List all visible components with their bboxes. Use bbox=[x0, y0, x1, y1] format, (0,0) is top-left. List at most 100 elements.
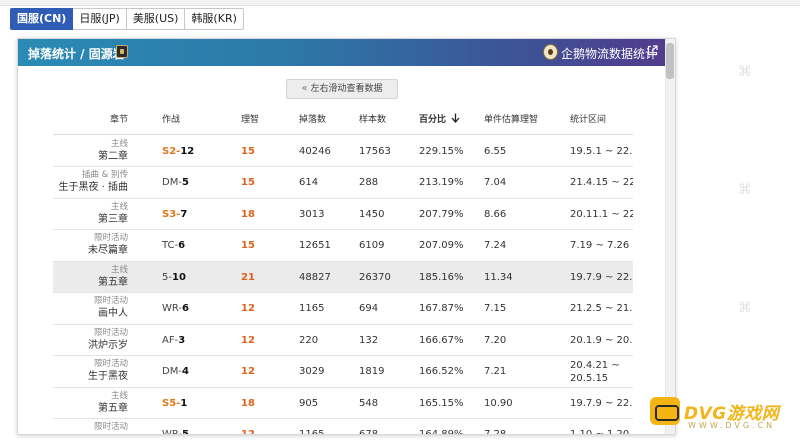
cell-cost: 7.15 bbox=[484, 303, 507, 314]
chapter-name: 第三章 bbox=[98, 213, 128, 225]
external-link-icon[interactable] bbox=[647, 45, 658, 56]
cell-stage[interactable]: WR-6 bbox=[162, 293, 189, 324]
cell-cost: 7.28 bbox=[484, 429, 507, 435]
table-row[interactable]: 限时活动 未尽篇章 TC-6 15 12651 6109 207.09% 7.24 7.19 ~… bbox=[53, 230, 633, 262]
table-row[interactable]: 限时活动 WR-5 12 1165 678 164.89% 7.28 1.10 ~ 1.20 bbox=[53, 419, 633, 435]
cell-stage[interactable]: DM-4 bbox=[162, 356, 189, 387]
item-icon bbox=[116, 45, 128, 58]
background-cross-icon: ⌘ bbox=[738, 64, 752, 80]
stage-number: 5 bbox=[182, 429, 190, 435]
cell-percent: 167.87% bbox=[419, 303, 464, 314]
table-row[interactable]: 限时活动 画中人 WR-6 12 1165 694 167.87% 7.15 21.2.5 ~ … bbox=[53, 293, 633, 325]
cell-chapter: 限时活动 洪炉示岁 bbox=[53, 325, 128, 356]
cell-cost: 7.20 bbox=[484, 334, 507, 346]
stage-number: 12 bbox=[180, 145, 195, 157]
cell-percent: 166.67% bbox=[419, 334, 464, 346]
cell-stage[interactable]: TC-6 bbox=[162, 230, 185, 261]
cell-drops: 1165 bbox=[299, 429, 325, 435]
table-row[interactable]: 主线 第五章 S5-1 18 905 548 165.15% 10.90 19.7.9 ~ 22… bbox=[53, 388, 633, 419]
cell-chapter: 主线 第五章 bbox=[53, 262, 128, 293]
server-tab[interactable]: 日服(JP) bbox=[73, 8, 127, 30]
cell-percent: 164.89% bbox=[419, 429, 464, 435]
cell-stage[interactable]: WR-5 bbox=[162, 419, 190, 435]
cell-time: 1.10 ~ 1.20 bbox=[570, 429, 630, 435]
chapter-name: 生于黑夜 bbox=[88, 371, 128, 382]
penguin-stats-link[interactable]: 企鹅物流数据统计 bbox=[561, 45, 657, 62]
gamepad-logo-icon bbox=[650, 397, 680, 425]
cell-ap: 12 bbox=[241, 366, 255, 377]
cell-stage[interactable]: S2-12 bbox=[162, 136, 194, 167]
table-row[interactable]: 主线 第五章 5-10 21 48827 26370 185.16% 11.34 19.7.9 … bbox=[53, 261, 633, 293]
cell-samples: 678 bbox=[359, 429, 379, 435]
cell-stage[interactable]: S3-7 bbox=[162, 199, 187, 230]
stage-prefix: 5- bbox=[162, 271, 172, 283]
cell-ap: 15 bbox=[241, 240, 255, 251]
card-title: 掉落统计 / 固源岩 bbox=[28, 47, 125, 61]
time-range-end: 20.5.15 bbox=[570, 373, 609, 384]
sort-descending-icon bbox=[451, 113, 460, 123]
cell-time: 7.19 ~ 7.26 bbox=[570, 240, 630, 251]
stage-number: 6 bbox=[178, 240, 186, 251]
cell-chapter: 主线 第三章 bbox=[53, 199, 128, 230]
server-tab[interactable]: 美服(US) bbox=[126, 8, 186, 30]
header-time[interactable]: 统计区间 bbox=[570, 105, 633, 134]
cell-stage[interactable]: 5-10 bbox=[162, 262, 186, 293]
drop-stats-card: 掉落统计 / 固源岩 企鹅物流数据统计 « 左右滑动查看数据 章节 作战 理智 … bbox=[17, 38, 676, 435]
cell-time: 20.1.9 ~ 20.1.2 bbox=[570, 334, 633, 346]
cell-chapter: 主线 第二章 bbox=[53, 136, 128, 167]
cell-percent: 207.79% bbox=[419, 208, 464, 220]
stage-prefix: AF- bbox=[162, 334, 179, 346]
cell-chapter: 限时活动 画中人 bbox=[53, 293, 128, 324]
server-tab[interactable]: 韩服(KR) bbox=[185, 8, 244, 30]
cell-cost: 7.21 bbox=[484, 366, 507, 377]
cell-ap: 12 bbox=[241, 429, 255, 435]
cell-stage[interactable]: AF-3 bbox=[162, 325, 185, 356]
table-row[interactable]: 限时活动 生于黑夜 DM-4 12 3029 1819 166.52% 7.21 20.4.21… bbox=[53, 356, 633, 388]
chapter-category: 限时活动 bbox=[93, 359, 128, 369]
background-cross-icon: ⌘ bbox=[738, 182, 752, 198]
cell-cost: 7.24 bbox=[484, 240, 507, 251]
cell-time: 20.4.21 ~ 20.5.15 bbox=[570, 356, 633, 387]
cell-percent: 165.15% bbox=[419, 397, 464, 409]
server-tab[interactable]: 国服(CN) bbox=[10, 8, 74, 30]
cell-samples: 694 bbox=[359, 303, 379, 314]
scroll-hint-text: 左右滑动查看数据 bbox=[310, 84, 383, 94]
header-chapter[interactable]: 章节 bbox=[53, 105, 128, 134]
chapter-category: 限时活动 bbox=[93, 327, 128, 338]
cell-drops: 220 bbox=[299, 334, 319, 346]
cell-cost: 6.55 bbox=[484, 145, 507, 157]
table-row[interactable]: 主线 第二章 S2-12 15 40246 17563 229.15% 6.55 19.5.1 … bbox=[53, 136, 633, 167]
table-row[interactable]: 插曲 & 别传 生于黑夜 · 插曲 DM-5 15 614 288 213.19% 7.04 2… bbox=[53, 167, 633, 199]
cell-chapter: 主线 第五章 bbox=[53, 388, 128, 419]
chapter-category: 主线 bbox=[110, 390, 128, 401]
cell-stage[interactable]: S5-1 bbox=[162, 388, 187, 419]
chapter-category: 限时活动 bbox=[93, 422, 128, 432]
cell-samples: 1819 bbox=[359, 366, 385, 377]
chapter-category: 主线 bbox=[110, 201, 128, 212]
cell-percent: 213.19% bbox=[419, 177, 464, 188]
header-stage[interactable]: 作战 bbox=[162, 105, 180, 134]
header-cost[interactable]: 单件估算理智 bbox=[484, 105, 538, 134]
site-watermark: DVG游戏网 WWW.DVG.CN bbox=[640, 391, 800, 441]
chapter-category: 限时活动 bbox=[93, 233, 128, 243]
scroll-hint: « 左右滑动查看数据 bbox=[286, 79, 398, 99]
header-ap[interactable]: 理智 bbox=[241, 105, 259, 134]
cell-time: 19.7.9 ~ 22.8.4 bbox=[570, 271, 633, 283]
chevron-left-double-icon: « bbox=[301, 83, 308, 94]
cell-cost: 8.66 bbox=[484, 208, 507, 220]
table-row[interactable]: 主线 第三章 S3-7 18 3013 1450 207.79% 8.66 20.11.1 ~ … bbox=[53, 199, 633, 230]
cell-stage[interactable]: DM-5 bbox=[162, 167, 189, 198]
table-row[interactable]: 限时活动 洪炉示岁 AF-3 12 220 132 166.67% 7.20 20.1.9 ~ … bbox=[53, 325, 633, 356]
chapter-category: 主线 bbox=[110, 264, 128, 275]
cell-ap: 12 bbox=[241, 334, 255, 346]
header-drops[interactable]: 掉落数 bbox=[299, 105, 326, 134]
stage-number: 10 bbox=[171, 271, 186, 283]
cell-samples: 1450 bbox=[359, 208, 385, 220]
header-samples[interactable]: 样本数 bbox=[359, 105, 386, 134]
scrollbar-thumb[interactable] bbox=[666, 43, 674, 79]
stage-prefix: WR- bbox=[162, 429, 183, 435]
header-percent[interactable]: 百分比 bbox=[419, 105, 460, 134]
stage-number: 6 bbox=[182, 303, 190, 314]
stage-prefix: S2- bbox=[162, 145, 181, 157]
vertical-scrollbar[interactable] bbox=[665, 39, 675, 434]
